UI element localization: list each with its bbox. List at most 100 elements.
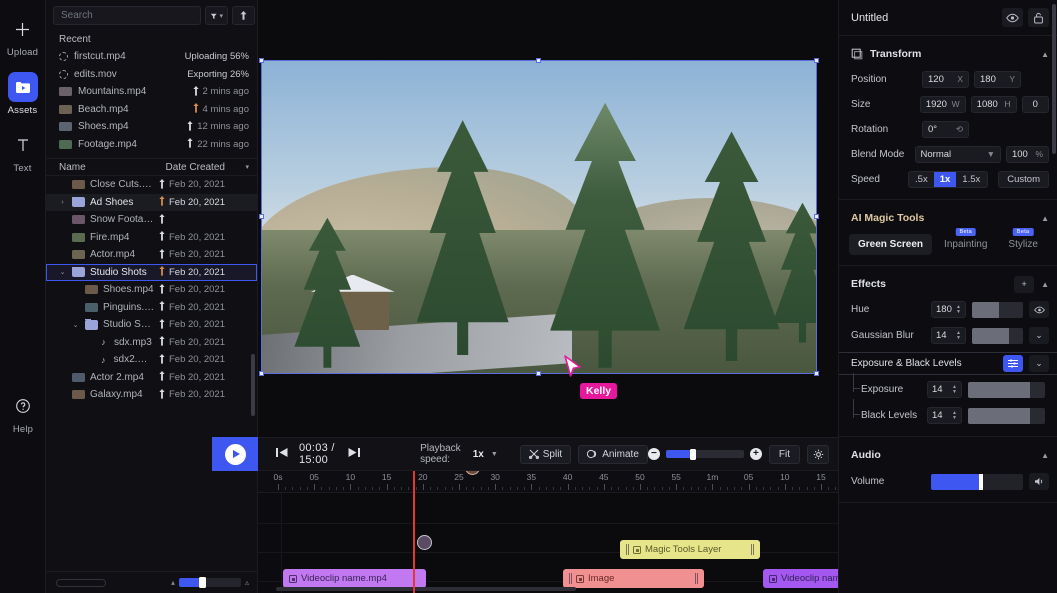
rail-item-assets[interactable]: Assets	[0, 72, 46, 116]
speed-option-2x[interactable]: 2x	[986, 172, 988, 187]
effect-child-slider[interactable]	[968, 382, 1045, 398]
ai-magic-tools-header[interactable]: AI Magic Tools ▲	[839, 208, 1057, 228]
speed-segmented-control[interactable]: .5x1x1.5x2x	[908, 171, 988, 188]
inspector-scrollbar[interactable]	[1052, 4, 1056, 154]
asset-tree-row[interactable]: ♪sdx2.mp3Feb 20, 2021	[46, 351, 257, 369]
size-height-input[interactable]: 1080 H	[971, 96, 1017, 113]
asset-tree-row[interactable]: ♪sdx.mp3Feb 20, 2021	[46, 334, 257, 352]
recent-list-item[interactable]: Footage.mp422 mins ago	[46, 136, 257, 154]
clip-resize-handle[interactable]	[569, 573, 572, 584]
zoom-out-button[interactable]: −	[648, 448, 660, 460]
speed-option-1p5x[interactable]: 1.5x	[956, 172, 986, 187]
transform-header[interactable]: Transform ▲	[839, 44, 1057, 64]
rail-item-text[interactable]: Text	[0, 130, 46, 174]
timeline[interactable]: 0s05101520253035404550551m05101520253035…	[258, 471, 838, 593]
recent-list-item[interactable]: Shoes.mp412 mins ago	[46, 118, 257, 136]
zoom-in-button[interactable]: +	[750, 448, 762, 460]
timeline-zoom-slider[interactable]	[666, 450, 744, 458]
disclosure-chevron-icon[interactable]: ⌄	[71, 321, 80, 329]
visibility-toggle-button[interactable]	[1002, 8, 1023, 27]
speaker-icon[interactable]	[1029, 473, 1049, 490]
asset-tree-row[interactable]: Close Cuts.mp4Feb 20, 2021	[46, 176, 257, 194]
recent-list-item[interactable]: edits.movExporting 26%	[46, 66, 257, 84]
timeline-horizontal-scrollbar[interactable]	[276, 587, 576, 591]
effect-child-stepper[interactable]: 14▲▼	[927, 407, 962, 424]
position-x-input[interactable]: 120 X	[922, 71, 969, 88]
audio-header[interactable]: Audio ▲	[839, 445, 1057, 465]
ai-tool-tab-colorize[interactable]: BetaColorize	[1050, 234, 1057, 255]
asset-tree-row[interactable]: Shoes.mp4Feb 20, 2021	[46, 281, 257, 299]
asset-tree-row[interactable]: Pinguins.mp4Feb 20, 2021	[46, 299, 257, 317]
asset-tree-row[interactable]: Actor.mp4Feb 20, 2021	[46, 246, 257, 264]
effect-stepper[interactable]: 180▲▼	[931, 301, 966, 318]
corner-radius-input[interactable]: 0	[1022, 96, 1049, 113]
effect-slider[interactable]	[972, 328, 1023, 344]
animate-button[interactable]: Animate	[578, 445, 648, 464]
speed-option-p5x[interactable]: .5x	[909, 172, 934, 187]
skip-next-icon[interactable]	[348, 447, 360, 461]
thumbnail-size-slider[interactable]	[179, 578, 241, 587]
clip-resize-handle[interactable]	[695, 573, 698, 584]
asset-tree-row[interactable]: ›Ad ShoesFeb 20, 2021	[46, 194, 257, 212]
asset-tree-row[interactable]: ⌄Studio ShotsFeb 20, 2021	[46, 264, 257, 282]
playback-speed-control[interactable]: Playback speed: 1x ▼	[420, 443, 498, 465]
video-preview[interactable]	[261, 60, 817, 374]
add-effect-button[interactable]: +	[1014, 276, 1034, 293]
stepper-arrows-icon[interactable]: ▲▼	[952, 385, 957, 395]
effect-slider[interactable]	[972, 302, 1023, 318]
disclosure-chevron-icon[interactable]: ›	[58, 199, 67, 206]
recent-list-item[interactable]: Mountains.mp42 mins ago	[46, 83, 257, 101]
chevron-down-icon[interactable]: ▾	[245, 163, 249, 171]
effect-group-exposure-black-levels[interactable]: Exposure & Black Levels ⌄	[839, 353, 1057, 374]
opacity-input[interactable]: 100 %	[1006, 146, 1049, 163]
rail-item-help[interactable]: Help	[0, 391, 46, 435]
sort-button[interactable]	[232, 6, 255, 25]
chevron-up-icon[interactable]: ▲	[1041, 280, 1049, 289]
recent-list-item[interactable]: Beach.mp44 mins ago	[46, 101, 257, 119]
filter-button[interactable]: ▾	[205, 6, 228, 25]
asset-tree-row[interactable]: Fire.mp4Feb 20, 2021	[46, 229, 257, 247]
asset-tree-row[interactable]: Actor 2.mp4Feb 20, 2021	[46, 369, 257, 387]
fit-button[interactable]: Fit	[769, 445, 800, 464]
ai-tool-tab-green-screen[interactable]: Green Screen	[849, 234, 932, 255]
chevron-up-icon[interactable]: ▲	[1041, 50, 1049, 59]
clip-resize-handle[interactable]	[626, 544, 629, 555]
lock-toggle-button[interactable]	[1028, 8, 1049, 27]
effect-child-slider[interactable]	[968, 408, 1045, 424]
eye-icon[interactable]	[1029, 301, 1049, 318]
asset-tree-row[interactable]: Snow Footage.mp4	[46, 211, 257, 229]
timeline-clip[interactable]: Magic Tools Layer	[620, 540, 760, 559]
chevron-up-icon[interactable]: ▲	[1041, 451, 1049, 460]
split-button[interactable]: Split	[520, 445, 571, 464]
timeline-settings-button[interactable]	[807, 445, 829, 464]
rail-item-upload[interactable]: Upload	[0, 14, 46, 58]
effect-child-row[interactable]: Exposure14▲▼	[839, 379, 1057, 400]
size-width-input[interactable]: 1920 W	[920, 96, 966, 113]
stepper-arrows-icon[interactable]: ▲▼	[956, 331, 961, 341]
search-input[interactable]	[53, 6, 201, 25]
play-button[interactable]	[212, 437, 258, 471]
drag-handle[interactable]	[56, 579, 106, 587]
effect-stepper[interactable]: 14▲▼	[931, 327, 966, 344]
disclosure-chevron-icon[interactable]: ⌄	[58, 268, 67, 276]
timeline-clip[interactable]: Image	[563, 569, 704, 588]
ai-tool-tab-stylize[interactable]: BetaStylize	[999, 234, 1046, 255]
timeline-clip[interactable]: Videoclip name.mp4	[283, 569, 426, 588]
recent-list-item[interactable]: firstcut.mp4Uploading 56%	[46, 48, 257, 66]
effect-row[interactable]: Gaussian Blur14▲▼⌄	[839, 325, 1057, 346]
rotation-input[interactable]: 0° ⟲	[922, 121, 969, 138]
asset-tree-row[interactable]: Galaxy.mp4Feb 20, 2021	[46, 386, 257, 404]
clip-resize-handle[interactable]	[751, 544, 754, 555]
equalizer-icon[interactable]	[1003, 355, 1023, 372]
effect-child-row[interactable]: Black Levels14▲▼	[839, 405, 1057, 426]
speed-option-1x[interactable]: 1x	[934, 172, 957, 187]
playhead[interactable]	[413, 471, 415, 593]
volume-slider[interactable]	[931, 474, 1023, 490]
stepper-arrows-icon[interactable]: ▲▼	[952, 411, 957, 421]
speed-custom-button[interactable]: Custom	[998, 171, 1049, 188]
chevron-up-icon[interactable]: ▲	[1041, 214, 1049, 223]
effect-row[interactable]: Hue180▲▼	[839, 299, 1057, 320]
position-y-input[interactable]: 180 Y	[974, 71, 1021, 88]
asset-tree-row[interactable]: ⌄Studio Shots 2Feb 20, 2021	[46, 316, 257, 334]
timeline-ruler[interactable]: 0s05101520253035404550551m05101520253035…	[258, 471, 838, 493]
